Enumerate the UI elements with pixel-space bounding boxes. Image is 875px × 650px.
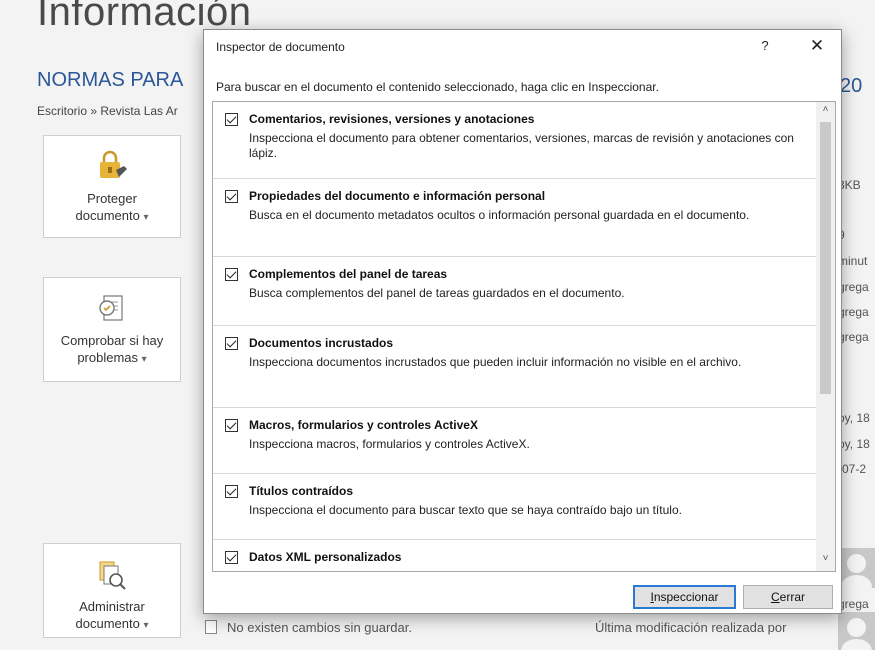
list-item: Propiedades del documento e información … (213, 179, 816, 257)
item-description: Busca en el documento metadatos ocultos … (249, 208, 750, 222)
list-item: Macros, formularios y controles ActiveX … (213, 408, 816, 474)
item-description: Busca complementos del panel de tareas g… (249, 286, 625, 300)
inspect-doc-icon (99, 295, 123, 321)
checkbox-properties[interactable] (225, 189, 238, 203)
manage-label-line1: Administrar (79, 599, 145, 614)
check-label-line2: problemas ▾ (77, 350, 147, 365)
close-button[interactable]: Cerrar (743, 585, 833, 609)
property-value[interactable]: grega (838, 280, 869, 294)
protect-document-button[interactable]: Proteger documento ▾ (43, 135, 181, 238)
checkbox-collapsed-headings[interactable] (225, 484, 238, 498)
item-title: Comentarios, revisiones, versiones y ano… (249, 112, 535, 126)
item-description: Inspecciona el documento para buscar tex… (249, 503, 682, 517)
manage-doc-icon (99, 561, 126, 590)
item-title: Complementos del panel de tareas (249, 267, 448, 281)
help-button[interactable]: ? (755, 37, 775, 57)
item-title: Datos XML personalizados (249, 550, 402, 564)
checkbox-comments[interactable] (225, 112, 238, 126)
last-modified-label: Última modificación realizada por (595, 620, 787, 635)
inspection-list[interactable]: Comentarios, revisiones, versiones y ano… (212, 101, 836, 572)
property-value[interactable]: grega (838, 305, 869, 319)
protect-label-line2: documento ▾ (75, 208, 149, 223)
list-item: Datos XML personalizados (213, 540, 816, 571)
protect-label-line1: Proteger (87, 191, 137, 206)
scroll-up-icon[interactable]: ˄ (816, 104, 835, 120)
dialog-title: Inspector de documento (216, 40, 345, 54)
checkbox-xml-data[interactable] (225, 550, 238, 564)
property-value: minut (838, 254, 868, 268)
checkbox-embedded[interactable] (225, 336, 238, 350)
breadcrumb[interactable]: Escritorio » Revista Las Ar (37, 104, 178, 118)
list-item: Documentos incrustados Inspecciona docum… (213, 326, 816, 408)
list-item: Comentarios, revisiones, versiones y ano… (213, 102, 816, 179)
chevron-down-icon: ▾ (143, 212, 149, 223)
checkbox-task-pane[interactable] (225, 267, 238, 281)
manage-label-line2: documento ▾ (75, 616, 149, 631)
item-description: Inspecciona el documento para obtener co… (249, 131, 794, 160)
list-item: Complementos del panel de tareas Busca c… (213, 257, 816, 326)
dialog-instruction: Para buscar en el documento el contenido… (216, 80, 659, 94)
document-inspector-dialog: Inspector de documento ? ✕ Para buscar e… (203, 29, 842, 614)
item-title: Documentos incrustados (249, 336, 394, 350)
chevron-down-icon: ▾ (143, 620, 149, 631)
manage-document-button[interactable]: Administrar documento ▾ (43, 543, 181, 638)
lock-icon (100, 150, 127, 178)
avatar (838, 612, 875, 650)
document-title: NORMAS PARA (37, 69, 184, 91)
item-title: Propiedades del documento e información … (249, 189, 546, 203)
property-value[interactable]: grega (838, 597, 869, 611)
item-title: Macros, formularios y controles ActiveX (249, 418, 478, 432)
chevron-down-icon: ▾ (141, 354, 147, 365)
check-label-line1: Comprobar si hay (60, 333, 164, 348)
checkbox-macros[interactable] (225, 418, 238, 432)
list-item: Títulos contraídos Inspecciona el docume… (213, 474, 816, 540)
property-value: -07-2 (838, 462, 867, 476)
avatar (838, 548, 875, 588)
scroll-thumb[interactable] (820, 122, 831, 394)
property-value: oy, 18 (838, 411, 870, 425)
unsaved-changes-status: No existen cambios sin guardar. (205, 620, 412, 635)
item-description: Inspecciona documentos incrustados que p… (249, 355, 742, 369)
item-title: Títulos contraídos (249, 484, 354, 498)
check-issues-button[interactable]: Comprobar si hay problemas ▾ (43, 277, 181, 382)
document-icon (205, 620, 217, 634)
scrollbar[interactable]: ˄ ˅ (816, 102, 835, 571)
property-value: oy, 18 (838, 437, 870, 451)
property-value[interactable]: grega (838, 330, 869, 344)
document-title-suffix: 20 (840, 75, 863, 97)
inspect-button[interactable]: Inspeccionar (633, 585, 736, 609)
close-icon[interactable]: ✕ (805, 36, 829, 58)
scroll-down-icon[interactable]: ˅ (816, 553, 835, 569)
item-description: Inspecciona macros, formularios y contro… (249, 437, 530, 451)
